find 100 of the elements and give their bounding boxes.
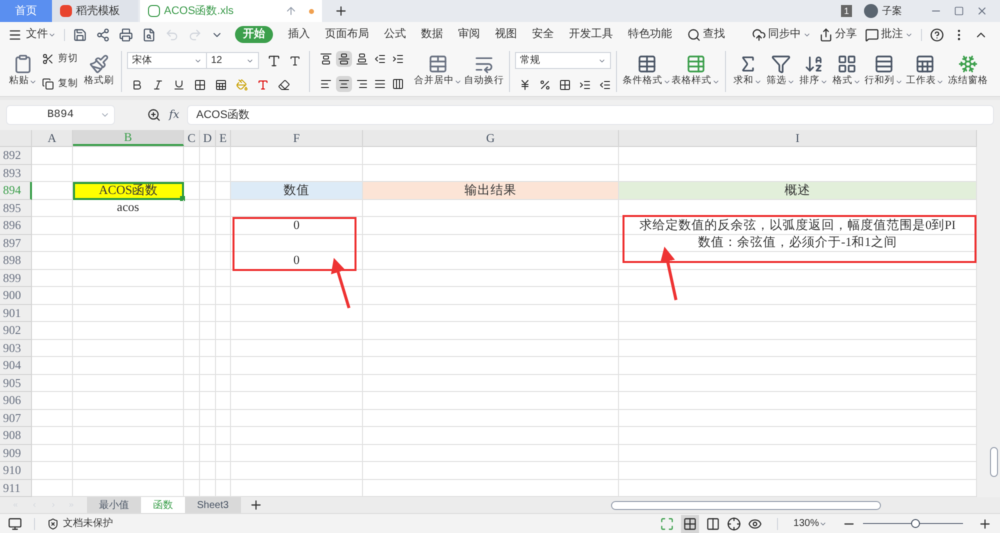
table-cell[interactable] [184, 287, 200, 304]
table-cell[interactable] [231, 462, 363, 480]
upload-icon[interactable] [285, 5, 297, 17]
table-cell[interactable] [73, 462, 184, 480]
table-cell[interactable] [184, 322, 200, 340]
table-cell[interactable] [363, 392, 619, 410]
user-name[interactable]: 子案 [882, 4, 902, 18]
grid-view-icon[interactable] [681, 514, 700, 532]
table-cell[interactable] [184, 340, 200, 357]
table-cell[interactable] [619, 287, 977, 304]
table-cell[interactable] [231, 410, 363, 427]
ribbon-button[interactable]: 排序 [799, 47, 828, 96]
table-cell[interactable] [73, 427, 184, 444]
scrollbar-thumb[interactable] [990, 447, 998, 477]
row-header[interactable]: 909 [0, 444, 32, 462]
name-box[interactable]: B894 [6, 105, 115, 125]
table-cell[interactable] [231, 427, 363, 444]
ribbon-tab[interactable]: 公式 [384, 26, 406, 43]
row-header[interactable]: 900 [0, 287, 32, 304]
table-cell[interactable] [363, 427, 619, 444]
table-cell[interactable] [363, 410, 619, 427]
table-cell[interactable] [619, 340, 977, 357]
eraser-icon[interactable] [278, 79, 290, 91]
table-cell[interactable] [363, 252, 619, 270]
table-cell[interactable] [32, 164, 73, 182]
table-cell[interactable] [216, 444, 231, 462]
table-cell[interactable] [32, 357, 73, 374]
column-header[interactable]: E [216, 130, 231, 146]
table-cell[interactable] [363, 444, 619, 462]
table-cell[interactable] [200, 252, 216, 270]
ribbon-button[interactable]: 行和列 [865, 47, 902, 96]
table-cell[interactable] [231, 304, 363, 322]
table-cell[interactable] [619, 357, 977, 374]
toolbar-link[interactable]: 分享 [819, 26, 857, 43]
bold-icon[interactable] [131, 79, 143, 91]
row-header[interactable]: 892 [0, 147, 32, 164]
percent-icon[interactable] [539, 79, 551, 91]
table-cell[interactable] [73, 252, 184, 270]
function-label[interactable]: fx [169, 106, 180, 124]
table-cell[interactable]: 输出结果 [363, 182, 619, 200]
cut-button[interactable]: 剪切 [42, 52, 82, 66]
menu-icon[interactable] [8, 28, 22, 42]
font-select[interactable]: 宋体 [127, 52, 207, 69]
fill-handle[interactable] [180, 196, 185, 200]
table-cell[interactable] [619, 462, 977, 480]
row-header[interactable]: 896 [0, 217, 32, 234]
sheet-tab[interactable]: 最小值 [87, 497, 141, 513]
row-header[interactable]: 908 [0, 427, 32, 444]
table-cell[interactable] [231, 374, 363, 392]
ribbon-button[interactable]: 求和 [733, 47, 762, 96]
table-cell[interactable] [73, 374, 184, 392]
crosshair-icon[interactable] [727, 516, 742, 530]
copy-button[interactable]: 复制 [42, 76, 82, 91]
table-cell[interactable] [200, 462, 216, 480]
table-cell[interactable] [32, 410, 73, 427]
table-cell[interactable] [184, 270, 200, 287]
table-cell[interactable] [216, 287, 231, 304]
underline-icon[interactable] [173, 79, 185, 91]
table-cell[interactable] [184, 462, 200, 480]
row-header[interactable]: 902 [0, 322, 32, 340]
table-cell[interactable] [200, 234, 216, 252]
table-cell[interactable]: 概述 [619, 182, 977, 200]
table-cell[interactable] [32, 234, 73, 252]
table-cell[interactable] [184, 234, 200, 252]
table-cell[interactable] [32, 444, 73, 462]
table-cell[interactable] [32, 217, 73, 234]
table-cell[interactable] [200, 340, 216, 357]
table-cell[interactable] [184, 427, 200, 444]
table-cell[interactable] [231, 340, 363, 357]
table-cell[interactable] [184, 252, 200, 270]
row-header[interactable]: 904 [0, 357, 32, 374]
currency-icon[interactable] [519, 79, 531, 91]
table-cell[interactable] [216, 270, 231, 287]
fill-color-icon[interactable] [236, 79, 248, 91]
table-cell[interactable] [619, 147, 977, 164]
file-menu[interactable]: 文件 [26, 26, 48, 43]
ribbon-tab[interactable]: 插入 [288, 26, 310, 43]
avatar-icon[interactable] [864, 4, 878, 18]
table-cell[interactable] [363, 147, 619, 164]
table-cell[interactable] [200, 287, 216, 304]
table-cell[interactable] [200, 427, 216, 444]
ribbon-button[interactable]: 筛选 [766, 47, 795, 96]
close-icon[interactable] [976, 5, 988, 17]
row-header[interactable]: 907 [0, 410, 32, 427]
table-cell[interactable]: ACOS函数 [73, 182, 184, 200]
table-cell[interactable] [363, 374, 619, 392]
new-tab-icon[interactable] [334, 4, 348, 18]
table-cell[interactable] [184, 182, 200, 200]
table-cell[interactable] [363, 270, 619, 287]
borders-icon[interactable] [194, 79, 206, 91]
eye-icon[interactable] [748, 516, 762, 530]
table-cell[interactable] [184, 200, 200, 217]
table-cell[interactable] [32, 374, 73, 392]
table-cell[interactable] [32, 147, 73, 164]
column-header[interactable]: C [184, 130, 200, 146]
column-header[interactable]: F [231, 130, 363, 146]
table-cell[interactable] [231, 200, 363, 217]
page-break-icon[interactable] [706, 516, 720, 530]
table-cell[interactable] [216, 200, 231, 217]
table-cell[interactable] [619, 392, 977, 410]
